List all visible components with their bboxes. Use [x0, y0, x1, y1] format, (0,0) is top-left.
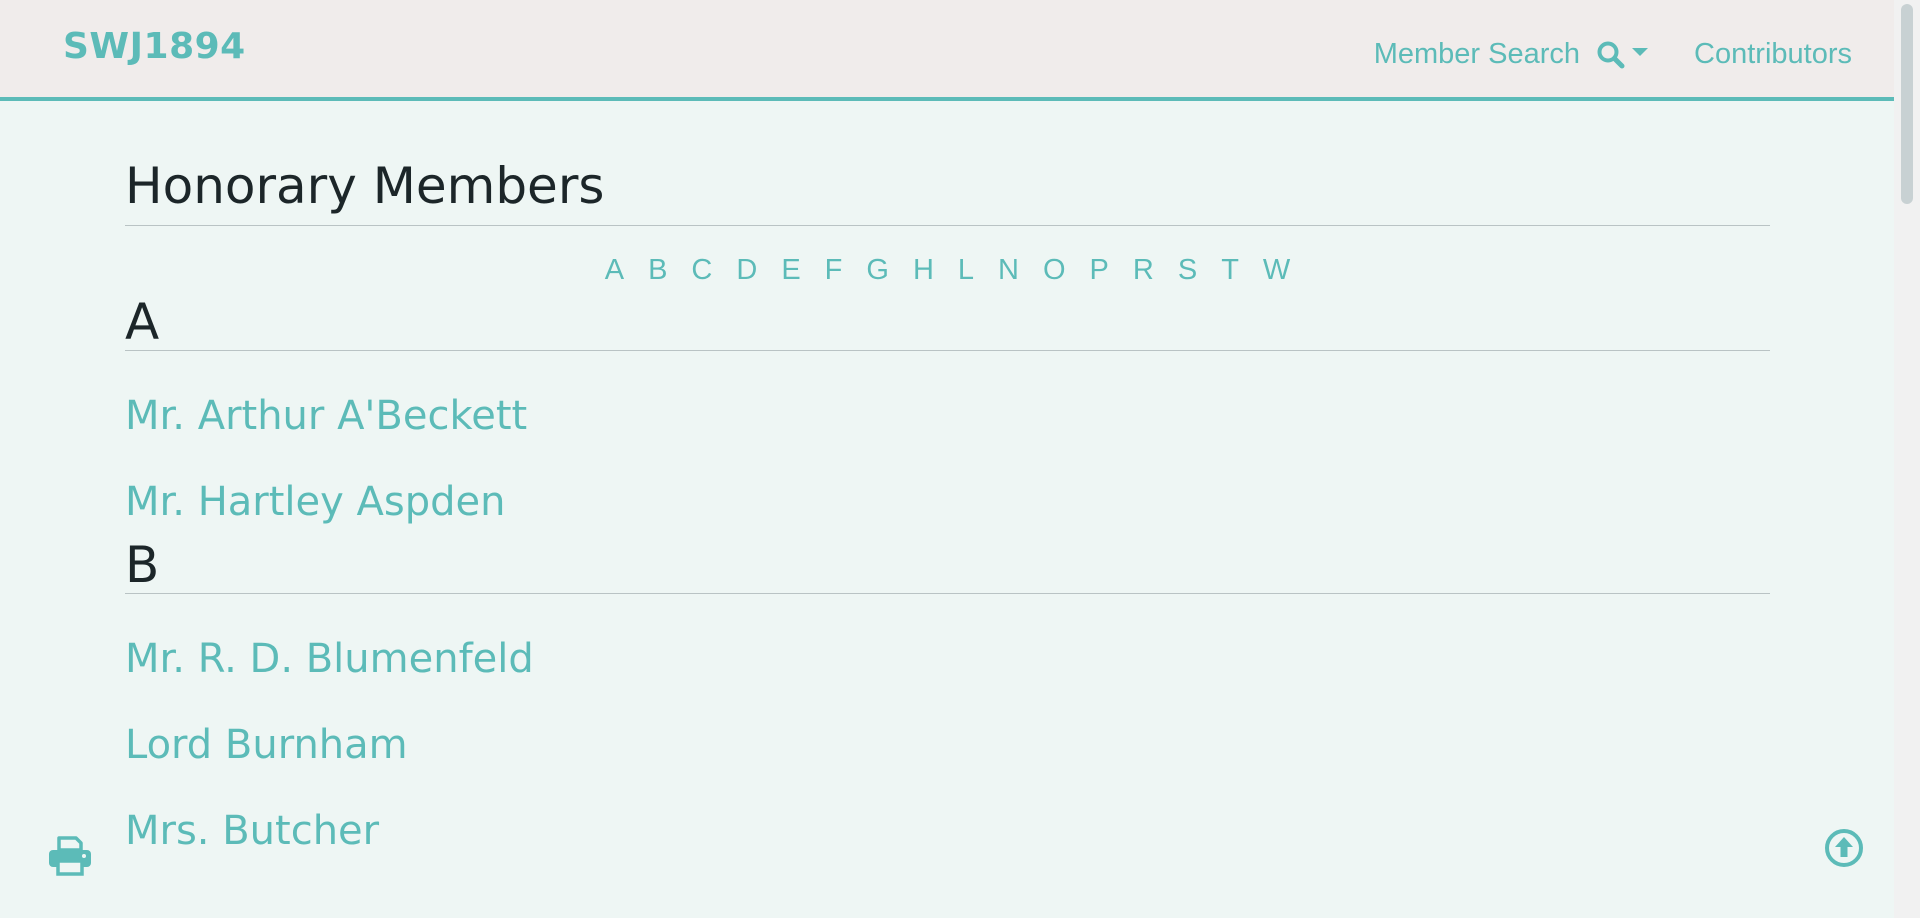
member-link[interactable]: Mrs. Butcher	[125, 808, 379, 854]
list-item: Mr. Hartley Aspden	[125, 459, 1770, 535]
navbar: SWJ1894 Member Search Contributors	[0, 0, 1894, 101]
member-list: Mr. Arthur A'Beckett Mr. Hartley Aspden	[125, 351, 1770, 535]
nav-right: Member Search Contributors	[1374, 38, 1852, 71]
arrow-up-circle-icon[interactable]	[1824, 828, 1864, 868]
scrollbar[interactable]	[1894, 0, 1920, 918]
alphabet-link-t[interactable]: T	[1221, 254, 1239, 292]
list-item: Mr. Arthur A'Beckett	[125, 373, 1770, 459]
member-search-dropdown[interactable]: Member Search	[1373, 38, 1649, 71]
section-b: B Mr. R. D. Blumenfeld Lord Burnham Mrs.…	[125, 535, 1770, 864]
alphabet-link-l[interactable]: L	[958, 254, 974, 292]
alphabet-link-p[interactable]: P	[1090, 254, 1109, 292]
alphabet-link-c[interactable]: C	[691, 254, 712, 292]
member-link[interactable]: Mr. Arthur A'Beckett	[125, 393, 527, 439]
list-item: Mr. R. D. Blumenfeld	[125, 616, 1770, 702]
alphabet-link-n[interactable]: N	[998, 254, 1019, 292]
alphabet-link-s[interactable]: S	[1178, 254, 1197, 292]
main-content: Honorary Members A B C D E F G H L N O P…	[125, 101, 1770, 864]
contributors-link[interactable]: Contributors	[1694, 38, 1852, 71]
alphabet-link-o[interactable]: O	[1043, 254, 1066, 292]
chevron-down-icon	[1632, 47, 1649, 56]
alphabet-link-b[interactable]: B	[648, 254, 667, 292]
list-item: Lord Burnham	[125, 702, 1770, 788]
alphabet-link-e[interactable]: E	[781, 254, 800, 292]
alphabet-nav: A B C D E F G H L N O P R S T W	[125, 226, 1770, 292]
alphabet-link-g[interactable]: G	[866, 254, 889, 292]
list-item: Mrs. Butcher	[125, 788, 1770, 864]
print-icon[interactable]	[48, 836, 92, 876]
member-link[interactable]: Mr. Hartley Aspden	[125, 479, 506, 525]
section-a: A Mr. Arthur A'Beckett Mr. Hartley Aspde…	[125, 292, 1770, 535]
page: SWJ1894 Member Search Contributors Honor…	[0, 0, 1920, 918]
member-list: Mr. R. D. Blumenfeld Lord Burnham Mrs. B…	[125, 594, 1770, 864]
member-search-label: Member Search	[1373, 38, 1581, 70]
search-icon	[1597, 41, 1625, 68]
section-heading: A	[125, 292, 1770, 351]
section-heading: B	[125, 535, 1770, 594]
scrollbar-thumb[interactable]	[1901, 4, 1913, 204]
alphabet-link-r[interactable]: R	[1133, 254, 1154, 292]
alphabet-link-d[interactable]: D	[736, 254, 757, 292]
alphabet-link-h[interactable]: H	[913, 254, 934, 292]
alphabet-link-a[interactable]: A	[605, 254, 624, 292]
member-link[interactable]: Mr. R. D. Blumenfeld	[125, 636, 534, 682]
alphabet-link-w[interactable]: W	[1263, 254, 1290, 292]
alphabet-link-f[interactable]: F	[825, 254, 843, 292]
member-link[interactable]: Lord Burnham	[125, 722, 408, 768]
brand-logo-link[interactable]: SWJ1894	[63, 26, 246, 67]
page-title: Honorary Members	[125, 101, 1770, 226]
